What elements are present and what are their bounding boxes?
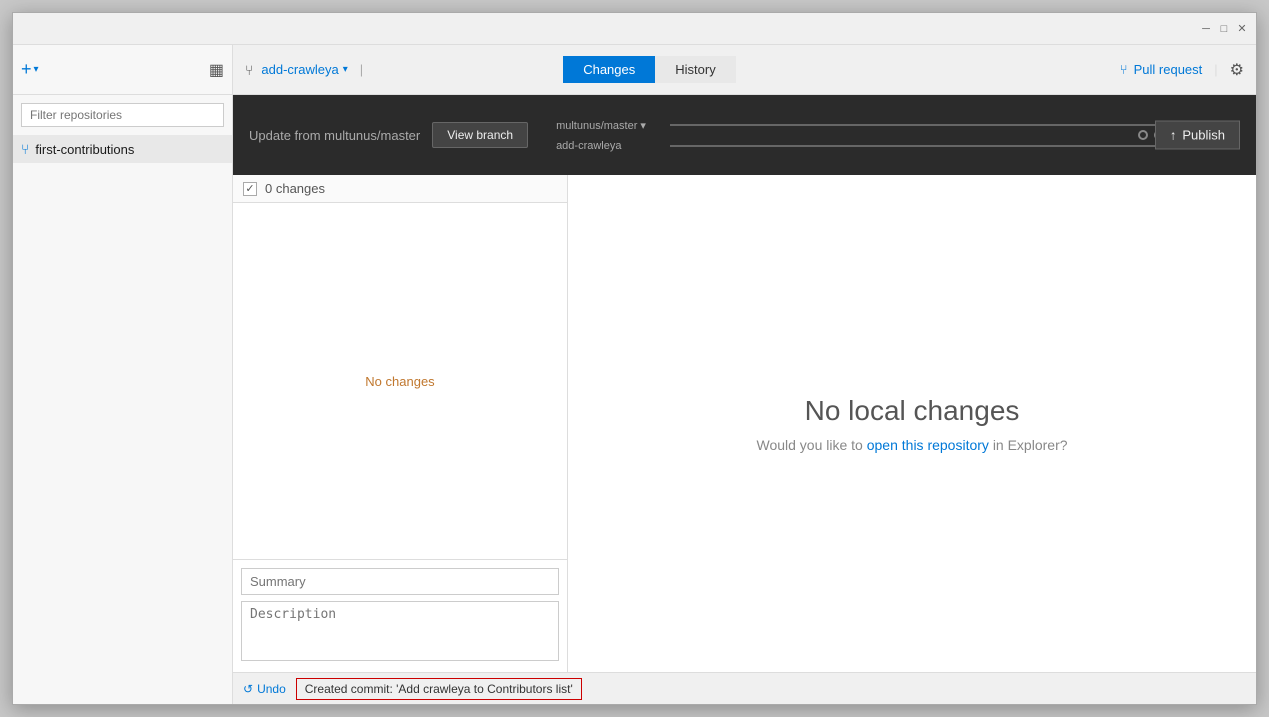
window-body: + ▾ ▦ ⑂ first-contributions ⑂ add-crawle…: [13, 45, 1256, 704]
no-local-desc-suffix: in Explorer?: [993, 437, 1068, 453]
changes-header: ✓ 0 changes: [233, 175, 567, 203]
master-branch-label: multunus/master ▾: [556, 119, 666, 132]
description-input[interactable]: [241, 601, 559, 661]
repository-name: first-contributions: [35, 142, 134, 157]
open-repository-link[interactable]: open this repository: [867, 437, 989, 453]
maximize-button[interactable]: □: [1218, 23, 1230, 35]
minimize-button[interactable]: ─: [1200, 23, 1212, 35]
update-branch-button[interactable]: Update from multunus/master: [249, 128, 420, 143]
window-controls: ─ □ ✕: [1200, 23, 1248, 35]
sidebar-header: + ▾ ▦: [13, 45, 232, 95]
feature-branch-label: add-crawleya: [556, 140, 666, 152]
filter-repositories-input[interactable]: [21, 103, 224, 127]
master-line: [670, 124, 1224, 126]
branch-graph: multunus/master ▾ add-crawleya: [556, 119, 1224, 152]
no-local-changes: No local changes Would you like to open …: [756, 395, 1067, 453]
pull-request-label: Pull request: [1134, 62, 1203, 77]
undo-label: Undo: [257, 682, 286, 696]
undo-button[interactable]: ↺ Undo: [243, 682, 286, 696]
close-button[interactable]: ✕: [1236, 23, 1248, 35]
commit-form: [233, 559, 567, 672]
app-window: ─ □ ✕ + ▾ ▦ ⑂ first-contributions: [12, 12, 1257, 705]
toggle-sidebar-button[interactable]: ▦: [209, 60, 224, 80]
publish-label: Publish: [1182, 128, 1225, 143]
changes-list: No changes: [233, 203, 567, 559]
repository-item[interactable]: ⑂ first-contributions: [13, 135, 232, 163]
no-local-changes-title: No local changes: [756, 395, 1067, 427]
checkmark-icon: ✓: [245, 182, 254, 195]
title-bar: ─ □ ✕: [13, 13, 1256, 45]
main-content: ⑂ add-crawleya ▾ | Changes History ⑂ Pul…: [233, 45, 1256, 704]
select-all-checkbox[interactable]: ✓: [243, 182, 257, 196]
branch-icon: ⑂: [245, 62, 253, 78]
pull-request-icon: ⑂: [1120, 62, 1128, 77]
top-bar: ⑂ add-crawleya ▾ | Changes History ⑂ Pul…: [233, 45, 1256, 95]
no-local-changes-description: Would you like to open this repository i…: [756, 437, 1067, 453]
branch-bar: Update from multunus/master View branch …: [233, 95, 1256, 175]
add-chevron-icon: ▾: [34, 64, 39, 75]
branch-chevron-icon: ▾: [343, 64, 348, 75]
branch-name: add-crawleya: [261, 62, 338, 77]
left-panel: ✓ 0 changes No changes: [233, 175, 568, 672]
status-bar: ↺ Undo Created commit: 'Add crawleya to …: [233, 672, 1256, 704]
feature-branch-line: add-crawleya: [556, 140, 1224, 152]
add-repository-button[interactable]: + ▾: [21, 59, 39, 80]
changes-area: ✓ 0 changes No changes No local: [233, 175, 1256, 672]
feature-line: [670, 145, 1204, 147]
master-branch-line: multunus/master ▾: [556, 119, 1224, 132]
divider: |: [1214, 62, 1217, 77]
pull-request-button[interactable]: ⑂ Pull request: [1120, 62, 1202, 77]
view-branch-button[interactable]: View branch: [432, 122, 528, 148]
undo-icon: ↺: [243, 682, 253, 696]
graph-node-1: [1138, 130, 1148, 140]
top-bar-right: ⑂ Pull request | ⚙: [1120, 60, 1244, 80]
plus-icon: +: [21, 59, 32, 80]
separator: |: [360, 62, 363, 77]
publish-icon: ↑: [1170, 128, 1177, 143]
no-changes-text: No changes: [365, 374, 434, 389]
changes-count: 0 changes: [265, 181, 325, 196]
tab-group: Changes History: [563, 56, 736, 83]
repository-icon: ⑂: [21, 141, 29, 157]
settings-button[interactable]: ⚙: [1230, 60, 1244, 80]
sidebar: + ▾ ▦ ⑂ first-contributions: [13, 45, 233, 704]
publish-button[interactable]: ↑ Publish: [1155, 121, 1240, 150]
summary-input[interactable]: [241, 568, 559, 595]
commit-message: Created commit: 'Add crawleya to Contrib…: [296, 678, 582, 700]
no-local-desc-prefix: Would you like to: [756, 437, 866, 453]
tab-changes[interactable]: Changes: [563, 56, 655, 83]
branch-selector[interactable]: add-crawleya ▾: [261, 62, 347, 77]
right-panel: No local changes Would you like to open …: [568, 175, 1256, 672]
tab-history[interactable]: History: [655, 56, 735, 83]
